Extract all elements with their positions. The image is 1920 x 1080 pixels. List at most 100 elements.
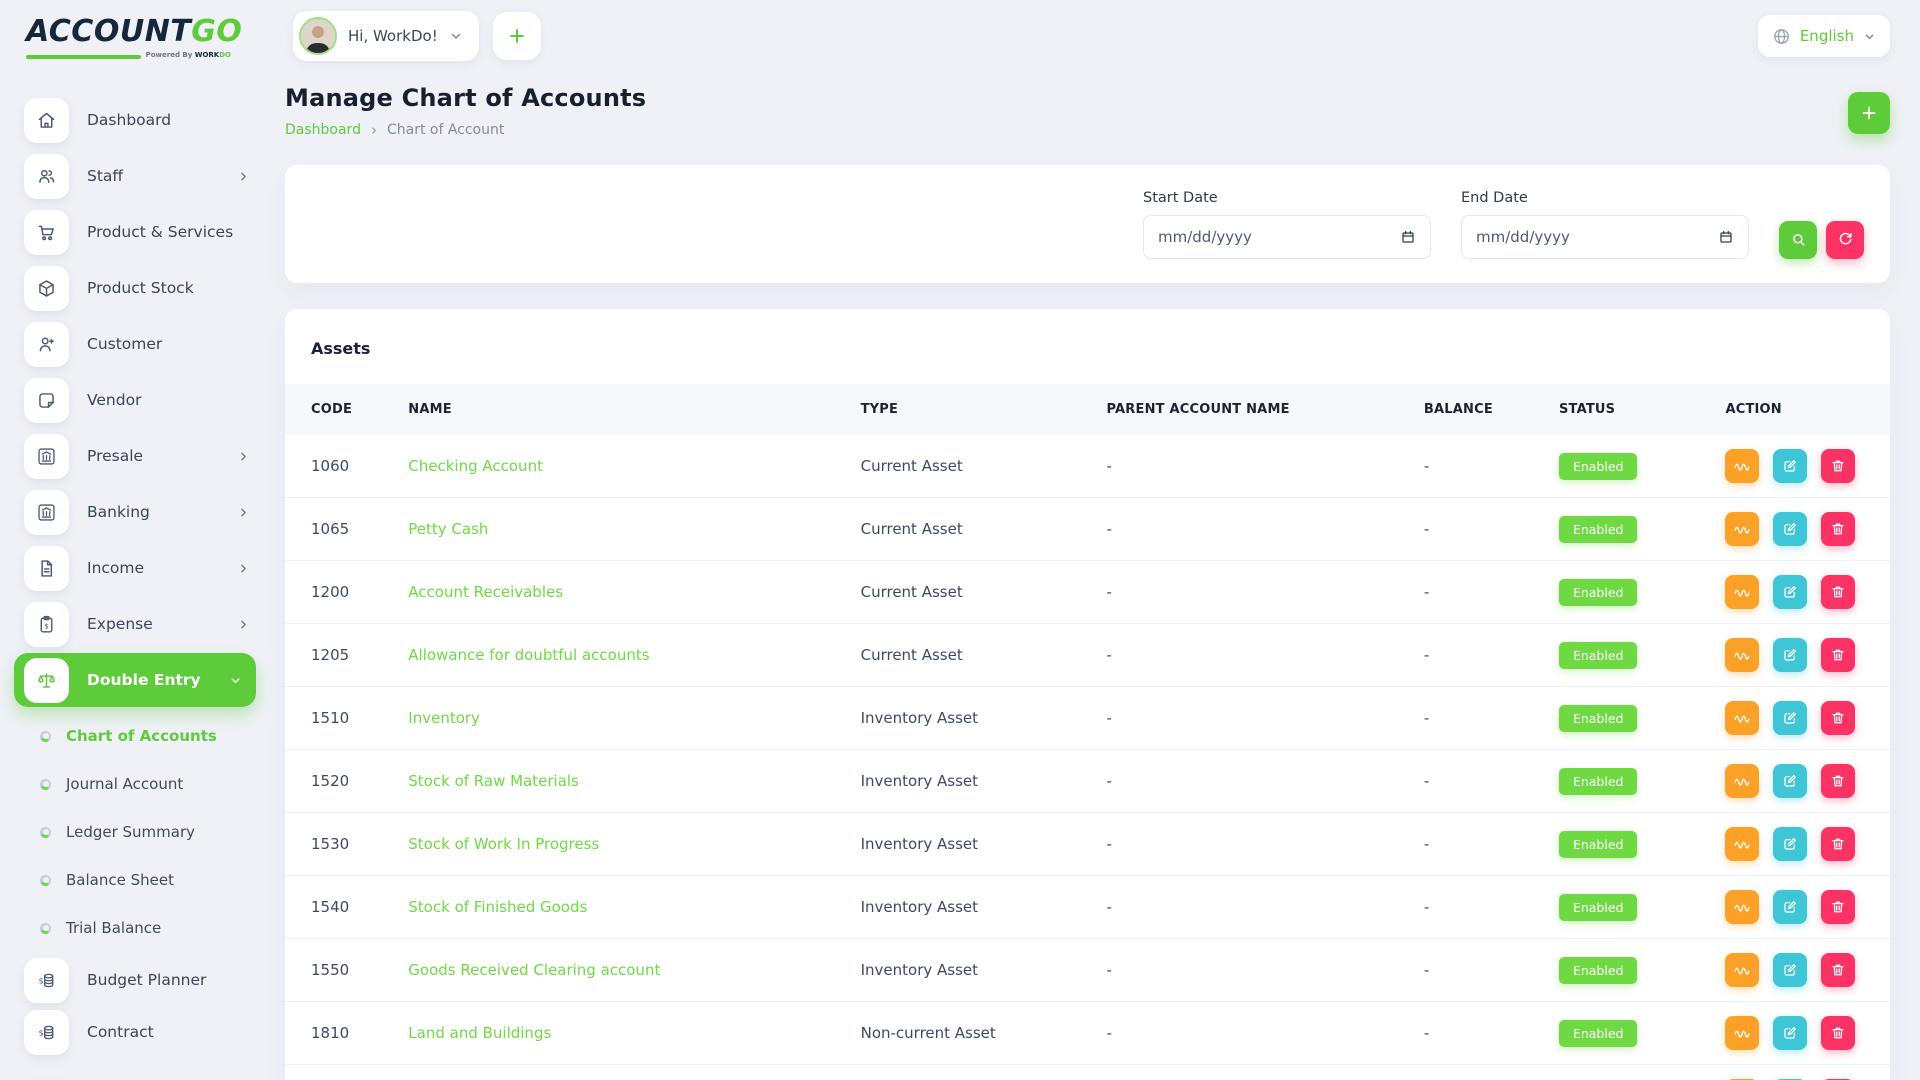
sidebar-item-expense[interactable]: $ Expense: [0, 596, 272, 652]
sidebar-subitem-balance-sheet[interactable]: Balance Sheet: [0, 856, 272, 904]
account-name-link[interactable]: Account Receivables: [408, 583, 563, 601]
user-plus-icon: [24, 322, 69, 367]
start-date-input[interactable]: mm/dd/yyyy: [1143, 215, 1431, 259]
sidebar-item-product-stock[interactable]: Product Stock: [0, 260, 272, 316]
account-name-link[interactable]: Stock of Raw Materials: [408, 772, 579, 790]
sidebar-item-customer[interactable]: Customer: [0, 316, 272, 372]
delete-button[interactable]: [1821, 827, 1855, 861]
delete-button[interactable]: [1821, 638, 1855, 672]
sidebar-item-label: Staff: [87, 167, 123, 185]
transactions-button[interactable]: [1725, 512, 1759, 546]
sidebar-item-income[interactable]: Income: [0, 540, 272, 596]
transactions-button[interactable]: [1725, 638, 1759, 672]
wave-icon: [1733, 772, 1751, 790]
sidebar-item-banking[interactable]: Banking: [0, 484, 272, 540]
edit-button[interactable]: [1773, 827, 1807, 861]
edit-button[interactable]: [1773, 449, 1807, 483]
column-header-action: ACTION: [1713, 384, 1890, 435]
transactions-button[interactable]: [1725, 1016, 1759, 1050]
edit-button[interactable]: [1773, 1016, 1807, 1050]
account-name-link[interactable]: Checking Account: [408, 457, 543, 475]
account-balance: -: [1412, 1002, 1547, 1065]
sidebar-item-presale[interactable]: Presale: [0, 428, 272, 484]
edit-button[interactable]: [1773, 764, 1807, 798]
account-code: 1065: [285, 498, 396, 561]
reset-button[interactable]: [1826, 221, 1864, 259]
delete-button[interactable]: [1821, 953, 1855, 987]
account-type: Inventory Asset: [849, 813, 1095, 876]
transactions-button[interactable]: [1725, 575, 1759, 609]
account-balance: -: [1412, 813, 1547, 876]
transactions-button[interactable]: [1725, 449, 1759, 483]
sidebar-item-partial[interactable]: $: [0, 1076, 272, 1080]
account-name-link[interactable]: Inventory: [408, 709, 480, 727]
account-balance: -: [1412, 750, 1547, 813]
transactions-button[interactable]: [1725, 764, 1759, 798]
delete-button[interactable]: [1821, 449, 1855, 483]
delete-button[interactable]: [1821, 890, 1855, 924]
delete-button[interactable]: [1821, 575, 1855, 609]
sidebar-subitem-trial-balance[interactable]: Trial Balance: [0, 904, 272, 952]
status-badge: Enabled: [1559, 768, 1638, 795]
edit-icon: [1782, 710, 1798, 726]
search-button[interactable]: [1779, 221, 1817, 259]
transactions-button[interactable]: [1725, 827, 1759, 861]
transactions-button[interactable]: [1725, 890, 1759, 924]
edit-icon: [1782, 773, 1798, 789]
delete-button[interactable]: [1821, 1016, 1855, 1050]
chevron-right-icon: [237, 450, 250, 463]
edit-icon: [1782, 647, 1798, 663]
table-header-row: CODE NAME TYPE PARENT ACCOUNT NAME BALAN…: [285, 384, 1890, 435]
account-name-link[interactable]: Land and Buildings: [408, 1024, 551, 1042]
account-name-link[interactable]: Petty Cash: [408, 520, 488, 538]
account-type: Inventory Asset: [849, 750, 1095, 813]
delete-button[interactable]: [1821, 764, 1855, 798]
parent-account-name: -: [1095, 813, 1412, 876]
account-name-link[interactable]: Stock of Finished Goods: [408, 898, 587, 916]
sidebar-item-contract[interactable]: $ Contract: [0, 1006, 272, 1058]
delete-button[interactable]: [1821, 701, 1855, 735]
sidebar-subitem-chart-of-accounts[interactable]: Chart of Accounts: [0, 712, 272, 760]
table-row: 1550 Goods Received Clearing account Inv…: [285, 939, 1890, 1002]
sidebar-item-double-entry[interactable]: Double Entry: [14, 653, 256, 707]
account-code: 1550: [285, 939, 396, 1002]
calendar-icon[interactable]: [1718, 229, 1734, 245]
edit-button[interactable]: [1773, 512, 1807, 546]
parent-account-name: -: [1095, 687, 1412, 750]
sidebar-item-dashboard[interactable]: Dashboard: [0, 92, 272, 148]
delete-button[interactable]: [1821, 512, 1855, 546]
add-account-button[interactable]: [1848, 92, 1890, 134]
breadcrumb-dashboard-link[interactable]: Dashboard: [285, 122, 361, 138]
edit-button[interactable]: [1773, 575, 1807, 609]
account-name-link[interactable]: Allowance for doubtful accounts: [408, 646, 649, 664]
calendar-icon[interactable]: [1400, 229, 1416, 245]
account-code: 1540: [285, 876, 396, 939]
sidebar-item-product-services[interactable]: Product & Services: [0, 204, 272, 260]
table-row: 1540 Stock of Finished Goods Inventory A…: [285, 876, 1890, 939]
end-date-input[interactable]: mm/dd/yyyy: [1461, 215, 1749, 259]
edit-icon: [1782, 836, 1798, 852]
edit-icon: [1782, 458, 1798, 474]
transactions-button[interactable]: [1725, 953, 1759, 987]
quick-add-button[interactable]: [493, 12, 541, 60]
edit-button[interactable]: [1773, 701, 1807, 735]
sidebar-item-staff[interactable]: Staff: [0, 148, 272, 204]
transactions-button[interactable]: [1725, 701, 1759, 735]
user-avatar: [299, 17, 337, 55]
sidebar-subitem-journal-account[interactable]: Journal Account: [0, 760, 272, 808]
account-name-link[interactable]: Goods Received Clearing account: [408, 961, 660, 979]
edit-button[interactable]: [1773, 638, 1807, 672]
sidebar-subitem-ledger-summary[interactable]: Ledger Summary: [0, 808, 272, 856]
edit-button[interactable]: [1773, 890, 1807, 924]
table-row: 1810 Land and Buildings Non-current Asse…: [285, 1002, 1890, 1065]
account-name-link[interactable]: Stock of Work In Progress: [408, 835, 599, 853]
sidebar-item-budget-planner[interactable]: $ Budget Planner: [0, 954, 272, 1006]
parent-account-name: -: [1095, 435, 1412, 498]
filter-card: Start Date mm/dd/yyyy End Date mm/dd/yyy…: [285, 165, 1890, 283]
breadcrumb-separator: ›: [371, 121, 377, 139]
sidebar-item-vendor[interactable]: Vendor: [0, 372, 272, 428]
edit-button[interactable]: [1773, 953, 1807, 987]
language-selector[interactable]: English: [1758, 15, 1890, 57]
sidebar-subitem-label: Balance Sheet: [66, 871, 174, 889]
user-menu[interactable]: Hi, WorkDo!: [293, 11, 479, 61]
